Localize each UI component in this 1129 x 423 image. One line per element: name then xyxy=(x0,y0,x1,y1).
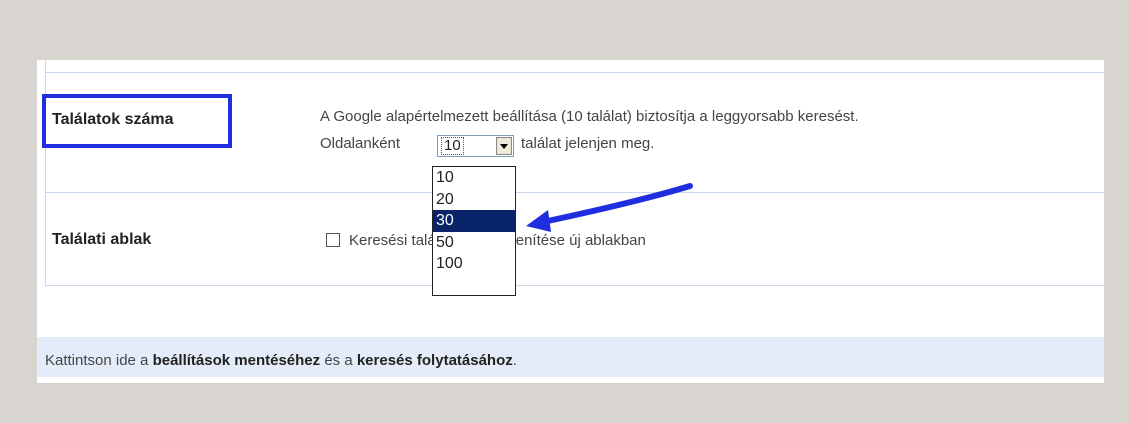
arrow-annotation-icon xyxy=(526,183,693,232)
